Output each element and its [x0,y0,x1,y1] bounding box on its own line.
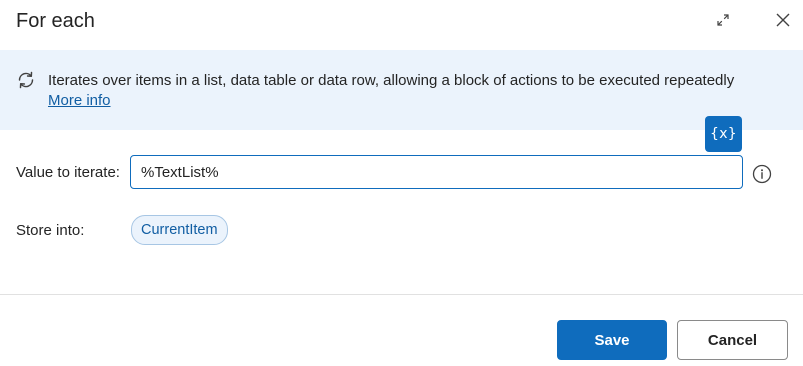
footer-divider [0,294,803,295]
expand-button[interactable] [711,8,735,32]
banner-description: Iterates over items in a list, data tabl… [48,72,735,89]
info-banner: Iterates over items in a list, data tabl… [0,50,803,130]
store-into-variable-chip[interactable]: CurrentItem [131,215,228,245]
more-info-link[interactable]: More info [48,91,111,111]
info-icon[interactable] [751,163,773,185]
loop-icon [15,69,37,91]
value-to-iterate-input[interactable]: %TextList% [130,155,743,189]
close-icon [776,13,790,27]
insert-variable-button[interactable]: {x} [705,116,742,152]
value-to-iterate-label: Value to iterate: [16,164,120,181]
dialog-title: For each [16,10,95,32]
dialog-header: For each [0,0,803,46]
for-each-dialog: For each Iterates over items in a list, … [0,0,803,366]
save-button[interactable]: Save [557,320,667,360]
expand-icon [717,14,729,26]
cancel-button[interactable]: Cancel [677,320,788,360]
store-into-label: Store into: [16,222,85,239]
close-button[interactable] [771,8,795,32]
